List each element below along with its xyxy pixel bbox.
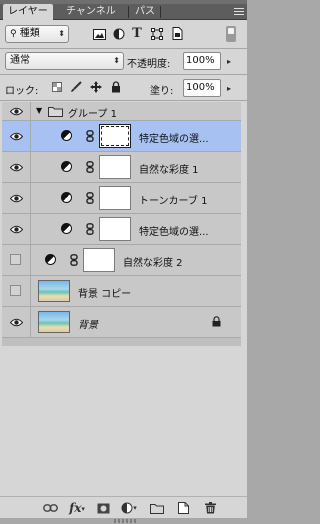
folder-icon — [48, 106, 63, 120]
tab-layers[interactable]: レイヤー — [3, 4, 53, 20]
filter-adjustment-icon[interactable] — [112, 27, 126, 41]
blend-mode-value: 通常 — [10, 55, 30, 66]
layer-mask-thumbnail[interactable] — [99, 124, 131, 148]
visibility-toggle[interactable] — [2, 183, 31, 213]
layer-name: 自然な彩度 1 — [139, 165, 199, 176]
divider — [0, 100, 247, 101]
layer-mask-thumbnail[interactable] — [99, 217, 131, 241]
divider — [0, 74, 247, 75]
layer-name: 特定色域の選... — [139, 134, 209, 145]
visibility-toggle[interactable] — [2, 245, 31, 275]
filter-type-icon[interactable]: T — [130, 26, 144, 41]
layer-row-vibrance-1[interactable]: 自然な彩度 1 — [2, 152, 241, 183]
layer-row-selective-color-2[interactable]: 特定色域の選... — [2, 214, 241, 245]
panel-menu-icon[interactable] — [234, 8, 244, 17]
tab-divider — [128, 6, 129, 18]
adjustment-layer-icon — [61, 192, 72, 203]
mask-link-icon[interactable] — [86, 161, 94, 173]
filter-pixel-icon[interactable] — [92, 27, 106, 41]
select-arrows-icon: ⬍ — [113, 56, 120, 65]
layer-mask-thumbnail[interactable] — [99, 186, 131, 210]
visibility-off-box — [10, 254, 21, 265]
eye-icon — [9, 163, 23, 171]
layer-row-background[interactable]: 背景 — [2, 307, 241, 338]
filter-kind-label: 種類 — [19, 28, 40, 39]
adjustment-layer-icon — [61, 223, 72, 234]
mask-link-icon[interactable] — [86, 192, 94, 204]
layer-row-group[interactable]: ▼ グループ 1 — [2, 102, 241, 121]
visibility-toggle[interactable] — [2, 152, 31, 182]
mask-link-icon[interactable] — [86, 223, 94, 235]
eye-icon — [9, 107, 23, 115]
layer-name: 背景 — [78, 320, 98, 331]
mask-link-icon[interactable] — [86, 130, 94, 142]
add-mask-icon[interactable] — [96, 501, 110, 515]
layers-bottom-toolbar: fx ▾ ▾ — [0, 496, 247, 518]
visibility-off-box — [10, 285, 21, 296]
layer-name: 特定色域の選... — [139, 227, 209, 238]
disclosure-triangle-icon[interactable]: ▼ — [36, 106, 42, 115]
opacity-input[interactable]: 100% — [183, 52, 221, 70]
tab-channels[interactable]: チャンネル — [61, 4, 121, 20]
select-arrows-icon: ⬍ — [58, 29, 65, 38]
lock-all-icon[interactable] — [110, 80, 122, 93]
filter-toggle-switch[interactable] — [226, 26, 236, 42]
trash-icon[interactable] — [204, 501, 216, 515]
opacity-value: 100% — [186, 55, 215, 66]
lock-icon — [212, 316, 221, 327]
layer-row-curves-1[interactable]: トーンカーブ 1 — [2, 183, 241, 214]
search-icon: ⚲ — [10, 29, 17, 39]
visibility-toggle[interactable] — [2, 307, 31, 337]
layer-name: 背景 コピー — [78, 289, 132, 300]
visibility-toggle[interactable] — [2, 214, 31, 244]
layer-name: 自然な彩度 2 — [123, 258, 183, 269]
layer-name: グループ 1 — [68, 109, 117, 120]
opacity-dropdown-icon[interactable]: ▸ — [224, 56, 234, 66]
eye-icon — [9, 132, 23, 140]
mask-link-icon[interactable] — [70, 254, 78, 266]
lock-position-icon[interactable] — [89, 80, 103, 94]
layer-list: ▼ グループ 1 特定色域の選... 自然な彩度 1 トーンカーブ 1 特定色域… — [2, 102, 241, 346]
filter-smart-object-icon[interactable] — [170, 26, 184, 41]
lock-image-pixels-icon[interactable] — [69, 80, 83, 94]
eye-icon — [9, 318, 23, 326]
fill-input[interactable]: 100% — [183, 79, 221, 97]
new-layer-icon[interactable] — [177, 501, 189, 515]
filter-kind-select[interactable]: ⚲ 種類 ⬍ — [5, 25, 69, 43]
visibility-toggle[interactable] — [2, 276, 31, 306]
fx-icon[interactable]: fx ▾ — [68, 501, 86, 515]
layer-row-selective-color-1[interactable]: 特定色域の選... — [2, 121, 241, 152]
adjustment-layer-icon — [61, 130, 72, 141]
lock-transparent-pixels-icon[interactable] — [51, 81, 63, 93]
layer-mask-thumbnail[interactable] — [83, 248, 115, 272]
adjustment-layer-icon — [45, 254, 56, 265]
eye-icon — [9, 194, 23, 202]
lock-label: ロック: — [5, 86, 39, 97]
eye-icon — [9, 225, 23, 233]
layer-row-background-copy[interactable]: 背景 コピー — [2, 276, 241, 307]
visibility-toggle[interactable] — [2, 121, 31, 151]
fill-value: 100% — [186, 82, 215, 93]
layer-name: トーンカーブ 1 — [139, 196, 208, 207]
tab-paths[interactable]: パス — [130, 4, 160, 20]
fx-label: fx — [69, 501, 82, 515]
visibility-toggle[interactable] — [2, 102, 31, 120]
new-adjustment-icon[interactable]: ▾ — [120, 501, 138, 515]
filter-shape-icon[interactable] — [150, 27, 164, 41]
layer-thumbnail[interactable] — [38, 311, 70, 333]
fill-label: 塗り: — [150, 86, 174, 97]
link-layers-icon[interactable] — [42, 501, 58, 515]
adjustment-layer-icon — [61, 161, 72, 172]
tab-divider — [160, 6, 161, 18]
divider — [0, 48, 247, 49]
opacity-label: 不透明度: — [127, 59, 171, 70]
layer-row-vibrance-2[interactable]: 自然な彩度 2 — [2, 245, 241, 276]
layer-mask-thumbnail[interactable] — [99, 155, 131, 179]
panel-tab-bar: レイヤー チャンネル パス — [0, 4, 247, 20]
layer-thumbnail[interactable] — [38, 280, 70, 302]
fill-dropdown-icon[interactable]: ▸ — [224, 83, 234, 93]
blend-mode-select[interactable]: 通常 ⬍ — [5, 52, 124, 70]
resize-grip-icon[interactable] — [114, 519, 136, 524]
new-group-icon[interactable] — [150, 501, 164, 515]
